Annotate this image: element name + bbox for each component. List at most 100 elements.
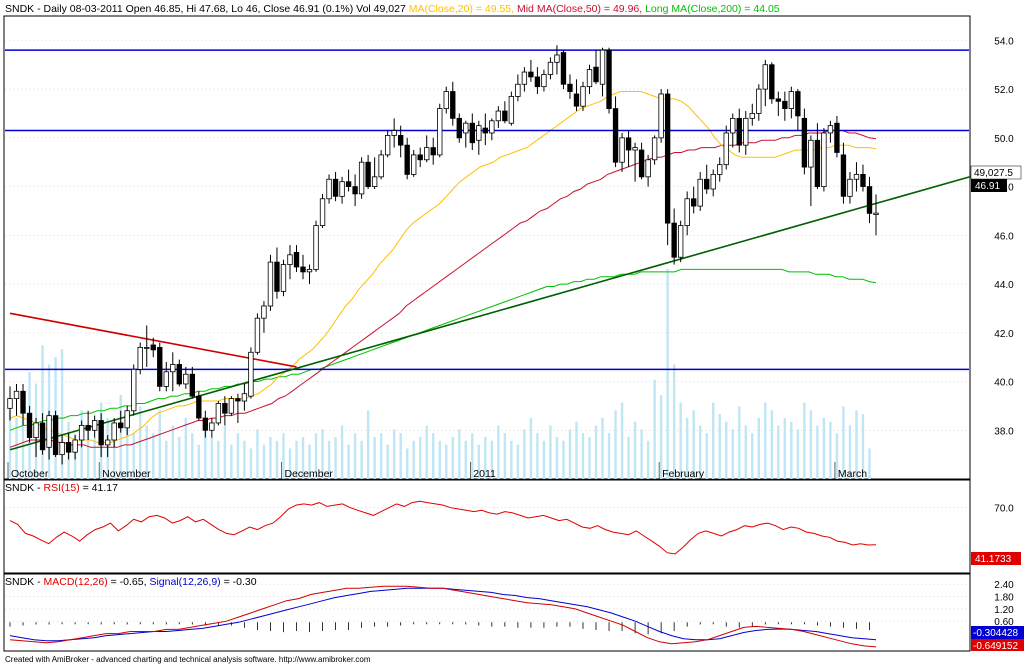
candle-body	[424, 147, 430, 161]
candle-body	[274, 261, 280, 292]
volume-bar	[783, 417, 787, 479]
candle-body	[254, 317, 261, 353]
volume-bar	[614, 410, 617, 479]
candle-body	[332, 178, 339, 197]
candle-body	[26, 412, 33, 438]
volume-bar	[731, 429, 734, 479]
volume-bar	[347, 444, 350, 479]
rsi-pane-frame	[3, 479, 971, 574]
candle-body	[560, 52, 567, 85]
candle-body	[469, 122, 475, 144]
volume-bar	[497, 425, 500, 479]
candle-body	[730, 117, 736, 134]
candle-body	[743, 117, 749, 146]
macd-value-text: -0.304428	[973, 628, 1018, 639]
volume-bar	[191, 433, 194, 479]
candle-body	[625, 137, 632, 151]
ma200-legend: Long MA(Close,200) = 44.05	[642, 3, 780, 15]
candle-body	[33, 422, 39, 438]
ma20-legend: MA(Close,20) = 49.55,	[409, 3, 514, 15]
candle-body	[795, 91, 801, 117]
volume-bar	[555, 437, 559, 479]
volume-bar	[41, 345, 44, 479]
month-label: October	[11, 468, 49, 480]
volume-bar	[744, 425, 747, 479]
candle-body	[65, 442, 72, 453]
rsi-header: SNDK - RSI(15) = 41.17	[5, 482, 118, 494]
candle-body	[404, 144, 410, 175]
volume-bar	[536, 433, 539, 479]
volume-bar	[217, 440, 220, 479]
ma50-legend: Mid MA(Close,50) = 49.96,	[514, 3, 642, 15]
candle-body	[98, 420, 104, 446]
volume-bar	[438, 440, 441, 479]
volume-bar	[725, 421, 728, 479]
signal-legend: Signal(12,26,9)	[149, 576, 220, 588]
volume-bar	[379, 433, 383, 479]
candle-body	[46, 415, 52, 448]
volume-bar	[236, 433, 240, 479]
candle-body	[664, 93, 671, 224]
candle-body	[847, 178, 853, 197]
candle-body	[547, 61, 554, 75]
volume-bar	[412, 440, 415, 479]
candle-body	[814, 139, 821, 187]
candle-body	[762, 64, 768, 90]
volume-bar	[803, 402, 806, 479]
volume-bar	[269, 437, 272, 479]
candle-body	[306, 269, 313, 273]
candle-body	[788, 91, 795, 110]
candle-body	[189, 373, 195, 397]
volume-bar	[764, 402, 767, 479]
candle-body	[411, 154, 417, 175]
volume-bar	[464, 440, 467, 479]
signal-value-text: -0.649152	[973, 641, 1018, 652]
volume-bar	[256, 429, 259, 479]
candle-body	[873, 212, 879, 216]
volume-bar	[653, 379, 656, 479]
volume-bar	[549, 425, 552, 479]
candle-body	[52, 415, 59, 456]
volume-bar	[340, 425, 344, 479]
volume-bar	[627, 437, 630, 479]
candle-body	[371, 176, 378, 187]
volume-value-label: 49,027.5	[970, 165, 1022, 180]
candle-body	[521, 71, 528, 85]
volume-bar	[601, 417, 604, 479]
volume-bar	[158, 410, 161, 479]
candle-body	[241, 393, 248, 402]
volume-bar	[712, 402, 715, 479]
rsi-header-prefix: SNDK -	[5, 482, 44, 494]
candle-body	[280, 264, 287, 292]
candle-body	[267, 261, 274, 307]
candle-body	[202, 417, 209, 431]
candle-body	[463, 122, 469, 134]
candle-body	[606, 49, 612, 109]
candle-body	[176, 364, 182, 385]
candle-body	[554, 54, 560, 63]
stock-chart: 54.052.050.048.046.044.042.040.038.070.0…	[3, 3, 1024, 664]
candle-body	[710, 173, 716, 190]
volume-bar	[451, 437, 454, 479]
candle-body	[7, 398, 13, 409]
candle-body	[736, 117, 742, 146]
candle-body	[209, 422, 215, 431]
volume-bar	[510, 440, 513, 479]
volume-bar	[178, 437, 181, 479]
macd-axis-tick: 1.80	[994, 593, 1014, 604]
volume-bar	[705, 433, 708, 479]
candle-body	[196, 395, 202, 419]
candle-body	[437, 108, 443, 156]
close-value-label: 46.91	[971, 179, 1007, 192]
macd-axis-tick: 2.40	[994, 580, 1014, 591]
candle-body	[808, 139, 814, 168]
candle-body	[482, 127, 489, 134]
volume-bar	[718, 414, 721, 479]
macd-value-label: -0.304428	[971, 626, 1024, 639]
candle-body	[834, 122, 840, 153]
volume-bar	[770, 410, 774, 479]
candle-body	[417, 154, 423, 161]
volume-bar	[366, 410, 370, 479]
candle-body	[430, 147, 436, 156]
candle-body	[684, 198, 690, 226]
